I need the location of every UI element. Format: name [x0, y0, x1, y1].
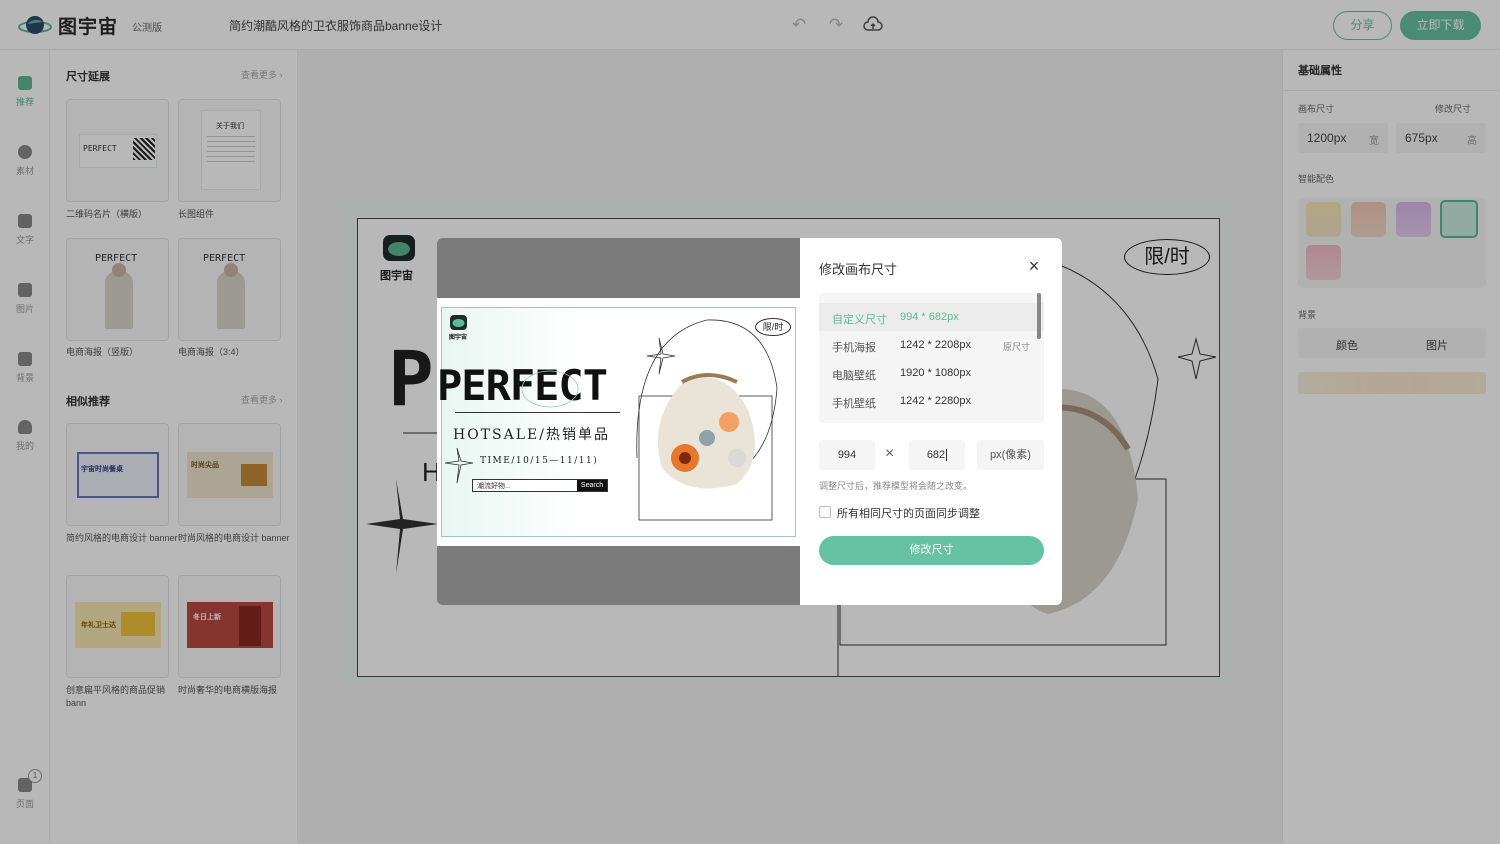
- multiply-icon: ×: [885, 445, 895, 462]
- apply-resize-button[interactable]: 修改尺寸: [819, 536, 1044, 565]
- resize-preview-panel: 图宇宙 PERFECT HOTSALE/热销单品 TIME/10/15—11/1…: [437, 238, 800, 605]
- list-scrollbar[interactable]: [1037, 293, 1041, 339]
- width-input[interactable]: 994: [819, 440, 875, 470]
- preview-decoration: [444, 319, 778, 521]
- unit-select[interactable]: px(像素): [977, 440, 1044, 470]
- sync-checkbox-label[interactable]: 所有相同尺寸的页面同步调整: [837, 505, 980, 521]
- size-preset-desktop-wallpaper[interactable]: 电脑壁纸 1920 * 1080px: [819, 359, 1044, 387]
- size-preset-phone-poster[interactable]: 手机海报 1242 * 2208px 原尺寸: [819, 331, 1044, 359]
- resize-canvas-dialog: 修改画布尺寸 × 自定义尺寸 994 * 682px 手机海报 1242 * 2…: [800, 238, 1062, 605]
- design-preview: 图宇宙 PERFECT HOTSALE/热销单品 TIME/10/15—11/1…: [437, 298, 800, 546]
- original-size-tag: 原尺寸: [1003, 342, 1031, 352]
- size-preset-phone-wallpaper[interactable]: 手机壁纸 1242 * 2280px: [819, 387, 1044, 415]
- dialog-title: 修改画布尺寸: [819, 262, 898, 277]
- size-preset-custom[interactable]: 自定义尺寸 994 * 682px: [819, 303, 1044, 331]
- size-preset-list: 自定义尺寸 994 * 682px 手机海报 1242 * 2208px 原尺寸…: [819, 293, 1044, 423]
- resize-hint: 调整尺寸后，推荐模型将会随之改变。: [819, 481, 973, 491]
- height-input[interactable]: 682: [909, 440, 965, 470]
- close-icon[interactable]: ×: [1025, 257, 1043, 275]
- sync-checkbox[interactable]: [819, 506, 831, 518]
